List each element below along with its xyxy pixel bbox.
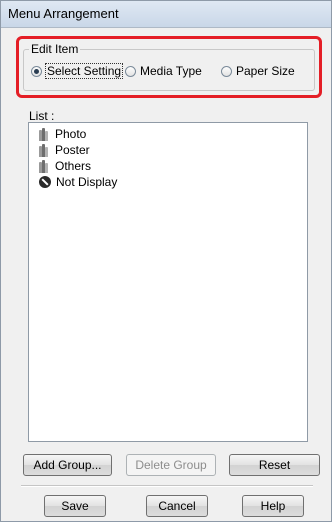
help-button[interactable]: Help (242, 495, 304, 517)
list-label: List : (29, 109, 55, 123)
radio-unchecked-icon (221, 65, 232, 77)
list-box[interactable]: Photo Poster Others Not Display (28, 122, 308, 442)
list-item-label: Poster (55, 143, 90, 157)
list-item-others[interactable]: Others (39, 158, 91, 174)
list-item-photo[interactable]: Photo (39, 126, 86, 142)
menu-arrangement-dialog: Menu Arrangement Edit Item Select Settin… (0, 0, 332, 522)
save-button[interactable]: Save (44, 495, 106, 517)
reset-button[interactable]: Reset (229, 454, 320, 476)
folder-icon (39, 143, 49, 157)
list-item-label: Photo (55, 127, 87, 141)
folder-icon (39, 127, 49, 141)
delete-group-button[interactable]: Delete Group (126, 454, 216, 476)
radio-select-setting-label: Select Setting (44, 63, 124, 79)
edit-item-label: Edit Item (29, 42, 81, 56)
add-group-button[interactable]: Add Group... (23, 454, 112, 476)
radio-select-setting[interactable]: Select Setting (31, 63, 124, 79)
not-display-icon (39, 176, 51, 188)
radio-unchecked-icon (125, 65, 136, 77)
title-bar: Menu Arrangement (1, 1, 331, 28)
window-title: Menu Arrangement (8, 6, 119, 21)
radio-media-type-label: Media Type (140, 64, 202, 78)
radio-media-type[interactable]: Media Type (125, 63, 202, 79)
cancel-button[interactable]: Cancel (146, 495, 208, 517)
folder-icon (39, 159, 49, 173)
radio-paper-size-label: Paper Size (236, 64, 295, 78)
separator (21, 485, 313, 487)
list-item-label: Others (55, 159, 92, 173)
list-item-poster[interactable]: Poster (39, 142, 90, 158)
radio-checked-icon (31, 65, 42, 77)
radio-paper-size[interactable]: Paper Size (221, 63, 295, 79)
list-item-not-display[interactable]: Not Display (39, 174, 117, 190)
list-item-label: Not Display (56, 175, 118, 189)
